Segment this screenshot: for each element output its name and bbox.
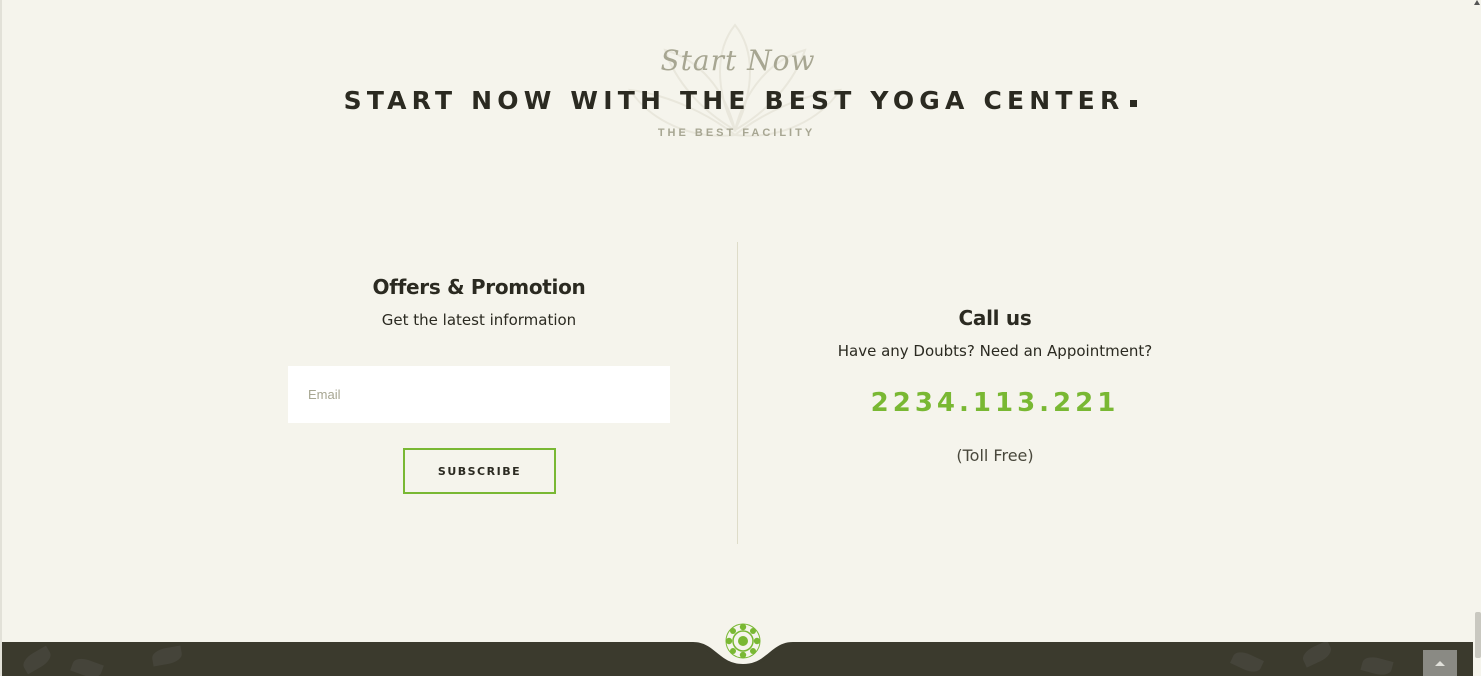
section-subtitle: THE BEST FACILITY: [657, 127, 816, 139]
toll-free-note: (Toll Free): [956, 446, 1034, 465]
call-us-heading: Call us: [958, 306, 1032, 330]
footer-leaf-decoration: [1300, 642, 1334, 668]
offers-heading: Offers & Promotion: [372, 275, 586, 299]
chevron-up-icon: [1435, 660, 1445, 666]
column-divider: [737, 242, 738, 544]
section-main-title: START NOW WITH THE BEST YOGA CENTER: [0, 86, 1481, 115]
scroll-up-arrow-icon[interactable]: [1474, 0, 1480, 5]
title-square-dot: [1130, 100, 1138, 107]
email-input[interactable]: [288, 366, 670, 423]
start-now-section: Start Now START NOW WITH THE BEST YOGA C…: [0, 0, 1481, 200]
lotus-icon: [725, 623, 761, 659]
footer-leaf-decoration: [20, 645, 54, 675]
section-script-title: Start Now: [660, 44, 816, 77]
footer-leaf-decoration: [1360, 654, 1394, 676]
footer-leaf-decoration: [70, 655, 104, 676]
page-scrollbar[interactable]: [1473, 0, 1481, 676]
subscribe-button[interactable]: SUBSCRIBE: [403, 448, 556, 494]
offers-subheading: Get the latest information: [381, 311, 577, 329]
scrollbar-thumb[interactable]: [1475, 612, 1481, 658]
footer-leaf-decoration: [150, 645, 184, 667]
back-to-top-button[interactable]: [1423, 650, 1457, 676]
main-title-text: START NOW WITH THE BEST YOGA CENTER: [343, 86, 1125, 115]
phone-number-link[interactable]: 2234.113.221: [775, 388, 1215, 418]
call-us-block: Call us Have any Doubts? Need an Appoint…: [775, 306, 1215, 465]
call-us-question: Have any Doubts? Need an Appointment?: [837, 342, 1153, 360]
offers-promotion-block: Offers & Promotion Get the latest inform…: [288, 275, 670, 494]
footer-leaf-decoration: [1230, 648, 1264, 676]
